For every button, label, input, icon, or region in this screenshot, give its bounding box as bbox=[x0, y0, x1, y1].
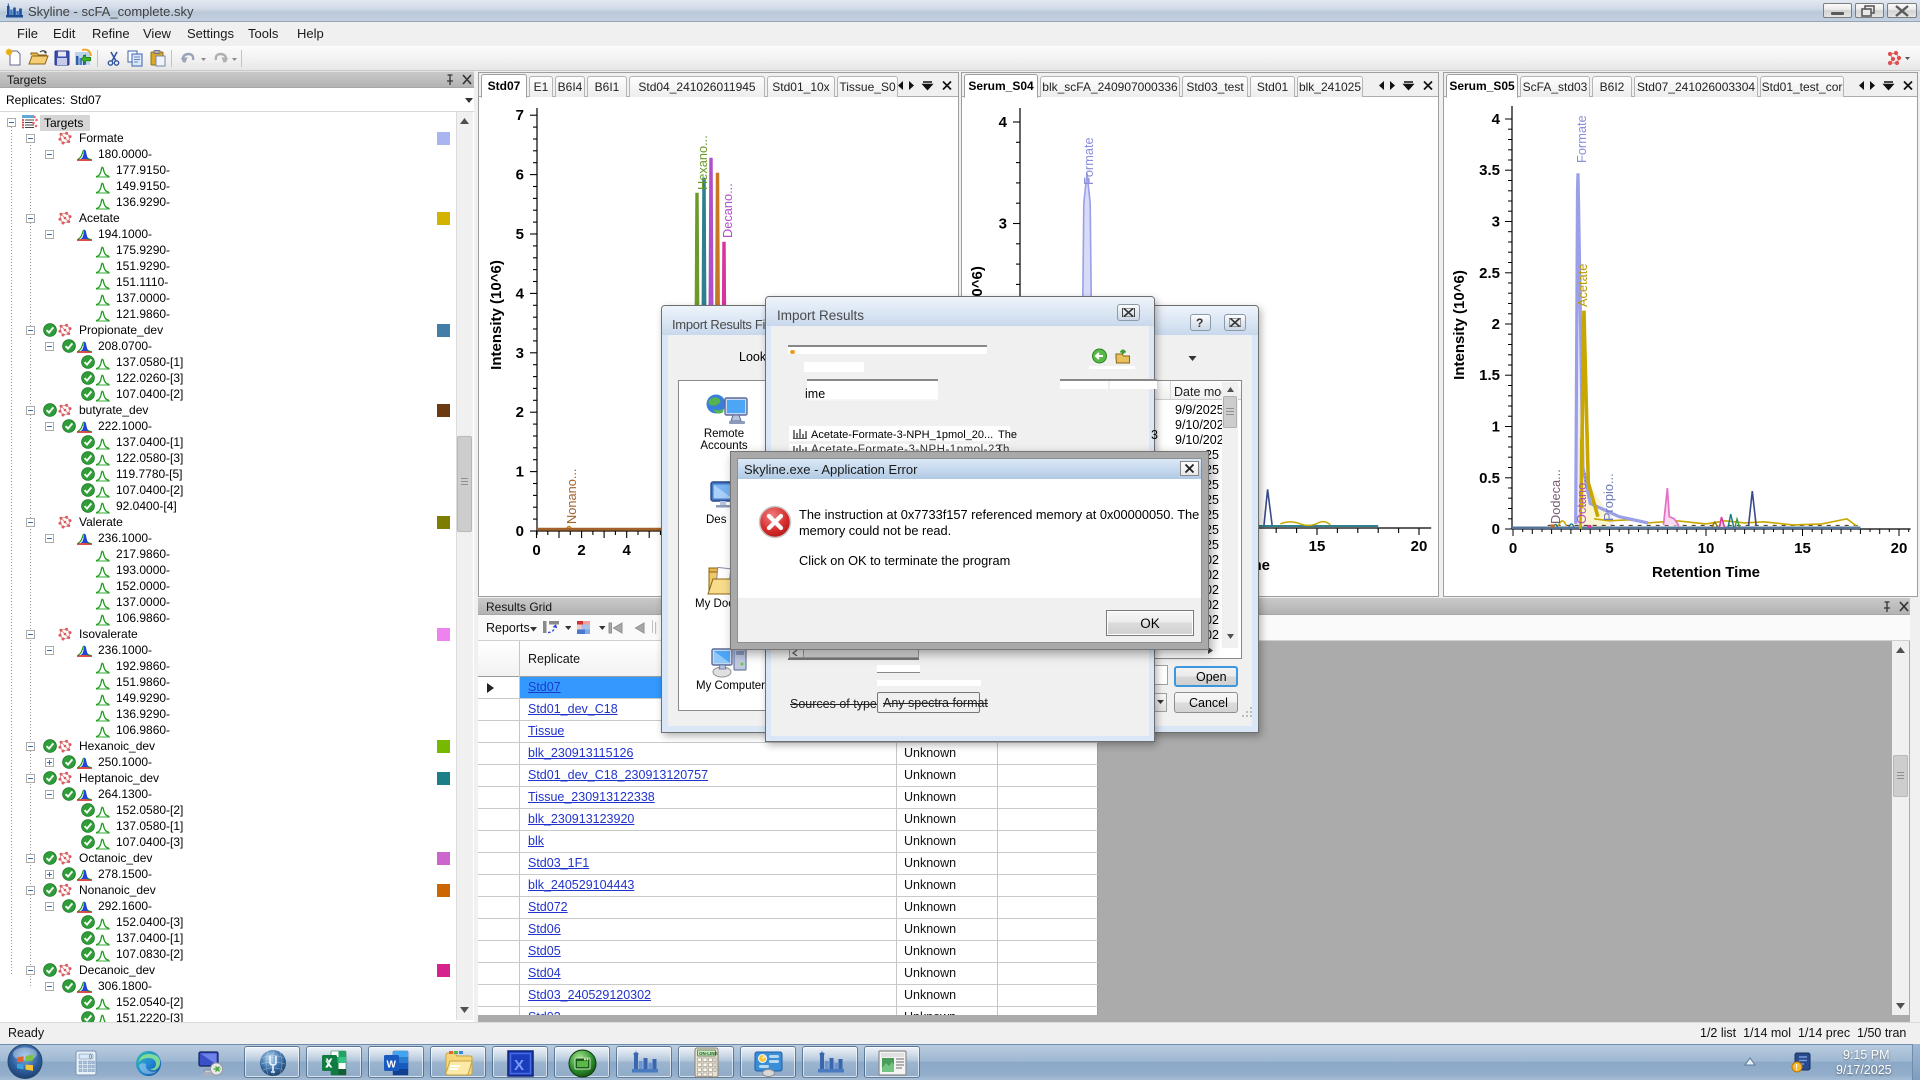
svg-text:Formate: Formate bbox=[1081, 137, 1096, 185]
svg-text:0: 0 bbox=[1509, 540, 1517, 557]
svg-text:6: 6 bbox=[516, 167, 524, 184]
svg-text:Dodeca...: Dodeca... bbox=[1548, 469, 1563, 524]
svg-text:0.5: 0.5 bbox=[1479, 470, 1500, 487]
svg-text:X: X bbox=[325, 1060, 332, 1071]
svg-text:W: W bbox=[387, 1060, 397, 1071]
svg-text:4: 4 bbox=[623, 542, 632, 559]
svg-text:0: 0 bbox=[89, 1055, 92, 1061]
svg-text:2: 2 bbox=[1492, 316, 1500, 333]
svg-text:Octano...: Octano... bbox=[1574, 472, 1589, 524]
svg-text:0: 0 bbox=[532, 542, 540, 559]
svg-text:20: 20 bbox=[1891, 540, 1908, 557]
svg-text:4: 4 bbox=[1492, 111, 1501, 128]
svg-text:3: 3 bbox=[999, 216, 1007, 233]
svg-text:Formate: Formate bbox=[1574, 115, 1589, 163]
svg-text:20: 20 bbox=[1411, 538, 1428, 555]
svg-text:Retention Time: Retention Time bbox=[1652, 564, 1760, 581]
svg-text:3: 3 bbox=[1492, 214, 1500, 231]
svg-text:1: 1 bbox=[516, 464, 524, 481]
svg-text:7: 7 bbox=[516, 107, 524, 124]
svg-text:0: 0 bbox=[1492, 521, 1500, 538]
svg-text:2: 2 bbox=[516, 404, 524, 421]
svg-text:15: 15 bbox=[1794, 540, 1811, 557]
svg-text:Intensity (10^6): Intensity (10^6) bbox=[488, 260, 505, 370]
svg-text:X: X bbox=[514, 1057, 524, 1074]
svg-text:Intensity (10^6): Intensity (10^6) bbox=[1451, 270, 1468, 380]
svg-text:Nonano...: Nonano... bbox=[564, 469, 579, 525]
svg-text:2.5: 2.5 bbox=[1479, 265, 1500, 282]
svg-text:0: 0 bbox=[516, 523, 524, 540]
svg-text:Decano...: Decano... bbox=[720, 183, 735, 238]
svg-text:ON-LINE: ON-LINE bbox=[699, 1051, 718, 1056]
svg-text:Hexano...: Hexano... bbox=[695, 135, 710, 190]
svg-text:Propio...: Propio... bbox=[1601, 473, 1616, 521]
svg-text:5: 5 bbox=[516, 226, 524, 243]
svg-text:2: 2 bbox=[577, 542, 585, 559]
svg-text:1.5: 1.5 bbox=[1479, 367, 1500, 384]
svg-text:3: 3 bbox=[516, 345, 524, 362]
svg-text:15: 15 bbox=[1309, 538, 1326, 555]
svg-text:1: 1 bbox=[1492, 419, 1500, 436]
svg-text:!: ! bbox=[1795, 1063, 1798, 1072]
svg-text:10: 10 bbox=[1698, 540, 1715, 557]
svg-text:4: 4 bbox=[516, 285, 525, 302]
svg-text:4: 4 bbox=[999, 114, 1008, 131]
svg-text:5: 5 bbox=[1605, 540, 1613, 557]
svg-text:Acetate: Acetate bbox=[1575, 264, 1590, 307]
svg-text:3.5: 3.5 bbox=[1479, 162, 1500, 179]
